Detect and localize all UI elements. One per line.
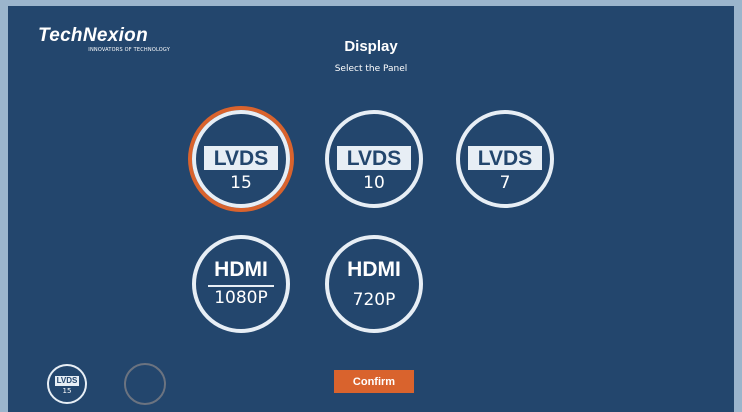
thumbnail-interface-label: LVDS <box>55 376 79 386</box>
page-subtitle: Select the Panel <box>334 64 408 74</box>
panel-interface-label: LVDS <box>204 146 278 170</box>
panel-option-hdmi-1080p[interactable]: HDMI 1080P <box>192 235 290 333</box>
panel-size-label: 15 <box>230 173 252 193</box>
divider <box>208 285 274 287</box>
panel-option-hdmi-720p[interactable]: HDMI 720P <box>325 235 423 333</box>
panel-resolution-label: 1080P <box>214 288 268 308</box>
panel-interface-label: HDMI <box>347 258 401 281</box>
thumbnail-size-label: 15 <box>62 387 72 395</box>
panel-size-label: 10 <box>363 173 385 193</box>
panel-option-lvds-15[interactable]: LVDS 15 <box>192 110 290 208</box>
empty-selection-slot <box>124 363 166 405</box>
panel-option-lvds-10[interactable]: LVDS 10 <box>325 110 423 208</box>
panel-interface-label: HDMI <box>214 258 268 281</box>
panel-resolution-label: 720P <box>352 290 396 310</box>
confirm-button[interactable]: Confirm <box>334 370 414 393</box>
panel-option-lvds-7[interactable]: LVDS 7 <box>456 110 554 208</box>
selected-panel-thumbnail: LVDS 15 <box>47 364 87 404</box>
panel-interface-label: LVDS <box>337 146 411 170</box>
panel-interface-label: LVDS <box>468 146 542 170</box>
panel-size-label: 7 <box>499 173 511 193</box>
page-title: Display <box>344 38 398 55</box>
